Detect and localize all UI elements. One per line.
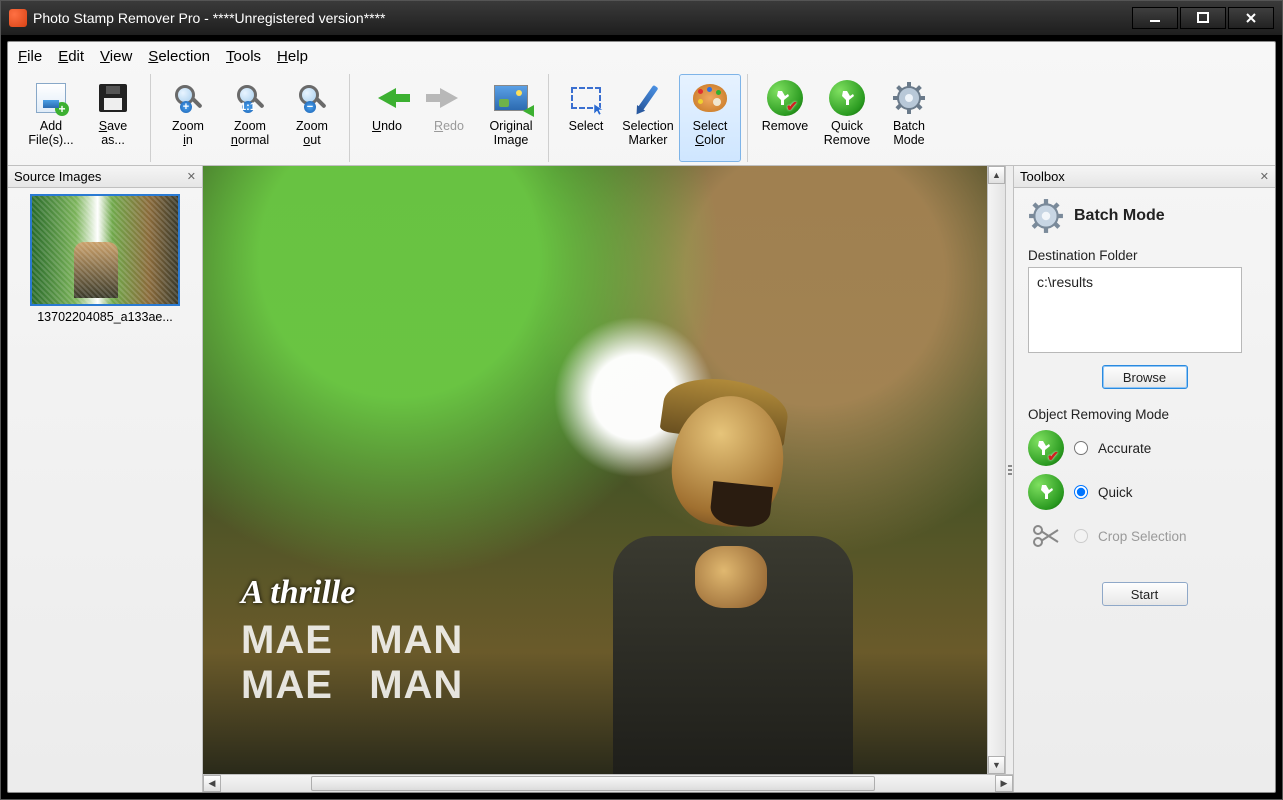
palette-icon <box>693 84 727 112</box>
batch-mode-heading: Batch Mode <box>1074 207 1165 225</box>
accurate-icon <box>1028 430 1064 466</box>
source-images-panel: Source Images ✕ 13702204085_a133ae... <box>8 166 203 792</box>
quick-radio[interactable] <box>1074 485 1088 499</box>
image-text-bg: MAE MAN MAE MAN <box>241 618 961 708</box>
gear-icon <box>892 81 926 115</box>
maximize-button[interactable] <box>1180 7 1226 29</box>
menu-file[interactable]: File <box>18 48 42 65</box>
marker-icon <box>638 85 659 111</box>
menu-tools[interactable]: Tools <box>226 48 261 65</box>
batch-mode-button[interactable]: Batch Mode <box>878 74 940 162</box>
thumbnail-filename: 13702204085_a133ae... <box>14 310 196 324</box>
save-as-button[interactable]: Saveas... <box>82 74 144 162</box>
add-file-icon <box>36 83 66 113</box>
source-thumbnail[interactable] <box>30 194 180 306</box>
horizontal-scrollbar[interactable]: ◀▶ <box>203 774 1013 792</box>
crop-label: Crop Selection <box>1098 529 1187 544</box>
toolbox-panel: Toolbox ✕ Batch Mode Destination Folder c… <box>1013 166 1275 792</box>
menubar: File Edit View Selection Tools Help <box>8 42 1275 70</box>
menu-view[interactable]: View <box>100 48 132 65</box>
redo-button[interactable]: Redo <box>418 74 480 162</box>
zoom-normal-icon: 1:1 <box>235 83 265 113</box>
remove-icon <box>767 80 803 116</box>
source-images-title: Source Images <box>14 169 101 184</box>
undo-button[interactable]: Undo <box>356 74 418 162</box>
window-title: Photo Stamp Remover Pro - ****Unregister… <box>33 10 1132 26</box>
zoom-in-button[interactable]: + Zoomin <box>157 74 219 162</box>
menu-selection[interactable]: Selection <box>148 48 210 65</box>
toolbox-close-icon[interactable]: ✕ <box>1260 170 1269 183</box>
hscroll-thumb[interactable] <box>311 776 875 791</box>
titlebar: Photo Stamp Remover Pro - ****Unregister… <box>1 1 1282 35</box>
vertical-scrollbar[interactable]: ▲▼ <box>987 166 1005 774</box>
selection-marker-button[interactable]: Selection Marker <box>617 74 679 162</box>
image-canvas[interactable]: A thrille MAE MAN MAE MAN <box>203 166 987 774</box>
accurate-label: Accurate <box>1098 441 1151 456</box>
select-button[interactable]: Select <box>555 74 617 162</box>
menu-help[interactable]: Help <box>277 48 308 65</box>
app-icon <box>9 9 27 27</box>
zoom-in-icon: + <box>173 83 203 113</box>
accurate-radio[interactable] <box>1074 441 1088 455</box>
quick-remove-button[interactable]: Quick Remove <box>816 74 878 162</box>
destination-folder-input[interactable]: c:\results <box>1028 267 1242 353</box>
select-icon <box>571 87 601 109</box>
zoom-normal-button[interactable]: 1:1 Zoomnormal <box>219 74 281 162</box>
quick-label: Quick <box>1098 485 1133 500</box>
redo-icon <box>440 88 458 108</box>
destination-folder-label: Destination Folder <box>1028 248 1261 263</box>
scissors-icon <box>1028 518 1064 554</box>
zoom-out-button[interactable]: − Zoomout <box>281 74 343 162</box>
quick-remove-icon <box>829 80 865 116</box>
panel-resize-grip[interactable] <box>1005 166 1013 774</box>
minimize-button[interactable] <box>1132 7 1178 29</box>
image-text-thriller: A thrille <box>241 574 355 612</box>
close-button[interactable] <box>1228 7 1274 29</box>
undo-icon <box>378 88 396 108</box>
panel-close-icon[interactable]: ✕ <box>187 170 196 183</box>
quick-icon <box>1028 474 1064 510</box>
batch-mode-gear-icon <box>1028 198 1064 234</box>
object-removing-mode-label: Object Removing Mode <box>1028 407 1261 422</box>
toolbox-title: Toolbox <box>1020 169 1065 184</box>
crop-radio <box>1074 529 1088 543</box>
menu-edit[interactable]: Edit <box>58 48 84 65</box>
browse-button[interactable]: Browse <box>1102 365 1188 389</box>
toolbar: Add File(s)... Saveas... + Zoomin 1:1 Zo… <box>8 70 1275 166</box>
original-image-icon <box>494 85 528 111</box>
original-image-button[interactable]: Original Image <box>480 74 542 162</box>
remove-button[interactable]: Remove <box>754 74 816 162</box>
start-button[interactable]: Start <box>1102 582 1188 606</box>
add-files-button[interactable]: Add File(s)... <box>20 74 82 162</box>
save-icon <box>99 84 127 112</box>
select-color-button[interactable]: SelectColor <box>679 74 741 162</box>
zoom-out-icon: − <box>297 83 327 113</box>
